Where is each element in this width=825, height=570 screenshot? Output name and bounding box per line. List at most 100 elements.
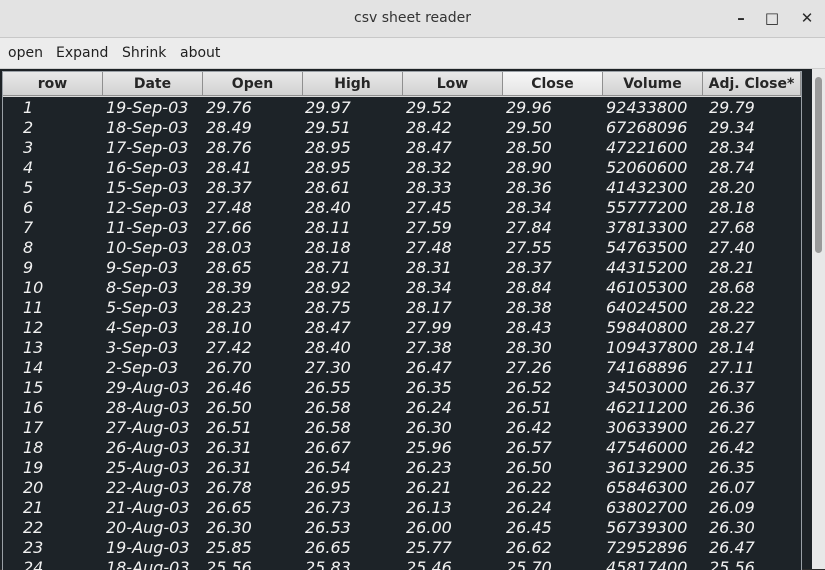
- table-cell: 28.38: [506, 298, 552, 317]
- table-cell: 45817400: [606, 558, 688, 570]
- table-cell: 28.23: [206, 298, 252, 317]
- table-cell: 28.65: [206, 258, 252, 277]
- table-cell: 47546000: [606, 438, 688, 457]
- table-cell: 28.32: [406, 158, 452, 177]
- table-row[interactable]: 2 18-Sep-03 28.49 29.51 28.42 29.50 67268096 29…: [3, 118, 801, 138]
- table-cell: 3: [23, 138, 34, 157]
- minimize-icon[interactable]: –: [731, 8, 751, 28]
- menu-open[interactable]: open: [8, 38, 43, 68]
- table-row[interactable]: 24 18-Aug-03 25.56 25.83 25.46 25.70 45817400 2…: [3, 558, 801, 570]
- table-cell: 52060600: [606, 158, 688, 177]
- table-row[interactable]: 4 16-Sep-03 28.41 28.95 28.32 28.90 52060600 28…: [3, 158, 801, 178]
- table-row[interactable]: 8 10-Sep-03 28.03 28.18 27.48 27.55 54763500 27…: [3, 238, 801, 258]
- table-cell: 15-Sep-03: [106, 178, 189, 197]
- table-cell: 47221600: [606, 138, 688, 157]
- table-cell: 26.95: [305, 478, 351, 497]
- table-row[interactable]: 5 15-Sep-03 28.37 28.61 28.33 28.36 41432300 28…: [3, 178, 801, 198]
- table-cell: 29.52: [406, 98, 452, 117]
- table-cell: 26-Aug-03: [106, 438, 190, 457]
- table-row[interactable]: 10 8-Sep-03 28.39 28.92 28.34 28.84 46105300 28…: [3, 278, 801, 298]
- maximize-icon[interactable]: □: [762, 8, 782, 28]
- table-cell: 72952896: [606, 538, 688, 557]
- table-row[interactable]: 16 28-Aug-03 26.50 26.58 26.24 26.51 46211200 2…: [3, 398, 801, 418]
- table-cell: 28.03: [206, 238, 252, 257]
- table-cell: 16-Sep-03: [106, 158, 189, 177]
- close-icon[interactable]: ✕: [797, 8, 817, 28]
- table-cell: 8-Sep-03: [106, 278, 179, 297]
- table-row[interactable]: 22 20-Aug-03 26.30 26.53 26.00 26.45 56739300 2…: [3, 518, 801, 538]
- table-row[interactable]: 7 11-Sep-03 27.66 28.11 27.59 27.84 37813300 27…: [3, 218, 801, 238]
- table-cell: 29.34: [709, 118, 755, 137]
- table-cell: 28.34: [709, 138, 755, 157]
- table-cell: 19-Aug-03: [106, 538, 190, 557]
- table-cell: 28.49: [206, 118, 252, 137]
- menu-bar: open Expand Shrink about: [0, 38, 825, 69]
- table-row[interactable]: 17 27-Aug-03 26.51 26.58 26.30 26.42 30633900 2…: [3, 418, 801, 438]
- table-cell: 26.30: [709, 518, 755, 537]
- table-row[interactable]: 6 12-Sep-03 27.48 28.40 27.45 28.34 55777200 28…: [3, 198, 801, 218]
- table-cell: 26.42: [506, 418, 552, 437]
- table-cell: 12-Sep-03: [106, 198, 189, 217]
- table-cell: 26.30: [206, 518, 252, 537]
- table-cell: 36132900: [606, 458, 688, 477]
- vertical-scrollbar[interactable]: [812, 69, 825, 569]
- table-cell: 26.46: [206, 378, 252, 397]
- table-cell: 27.30: [305, 358, 351, 377]
- table-cell: 28.31: [406, 258, 452, 277]
- table-row[interactable]: 14 2-Sep-03 26.70 27.30 26.47 27.26 74168896 27…: [3, 358, 801, 378]
- menu-expand[interactable]: Expand: [56, 38, 108, 68]
- scrollbar-thumb[interactable]: [815, 77, 822, 253]
- table-cell: 22: [23, 518, 44, 537]
- column-header[interactable]: Low: [403, 72, 503, 96]
- menu-about[interactable]: about: [180, 38, 220, 68]
- table-cell: 26.27: [709, 418, 755, 437]
- table-cell: 28.75: [305, 298, 351, 317]
- table-cell: 27.38: [406, 338, 452, 357]
- table-row[interactable]: 9 9-Sep-03 28.65 28.71 28.31 28.37 44315200 28.…: [3, 258, 801, 278]
- menu-shrink[interactable]: Shrink: [122, 38, 166, 68]
- table-row[interactable]: 23 19-Aug-03 25.85 26.65 25.77 26.62 72952896 2…: [3, 538, 801, 558]
- table-cell: 28.42: [406, 118, 452, 137]
- table-row[interactable]: 11 5-Sep-03 28.23 28.75 28.17 28.38 64024500 28…: [3, 298, 801, 318]
- column-header[interactable]: Volume: [603, 72, 703, 96]
- title-bar: csv sheet reader – □ ✕: [0, 0, 825, 38]
- table-row[interactable]: 3 17-Sep-03 28.76 28.95 28.47 28.50 47221600 28…: [3, 138, 801, 158]
- table-cell: 26.31: [206, 438, 252, 457]
- table-cell: 27.45: [406, 198, 452, 217]
- table-cell: 29-Aug-03: [106, 378, 190, 397]
- column-header[interactable]: Adj. Close*: [703, 72, 801, 96]
- column-header[interactable]: Date: [103, 72, 203, 96]
- table-cell: 15: [23, 378, 44, 397]
- table-row[interactable]: 12 4-Sep-03 28.10 28.47 27.99 28.43 59840800 28…: [3, 318, 801, 338]
- table-row[interactable]: 13 3-Sep-03 27.42 28.40 27.38 28.30 109437800 2…: [3, 338, 801, 358]
- column-header[interactable]: Open: [203, 72, 303, 96]
- table-cell: 25.77: [406, 538, 452, 557]
- table-cell: 17: [23, 418, 44, 437]
- table-cell: 26.42: [709, 438, 755, 457]
- table-row[interactable]: 18 26-Aug-03 26.31 26.67 25.96 26.57 47546000 2…: [3, 438, 801, 458]
- table-cell: 67268096: [606, 118, 688, 137]
- table-cell: 28.22: [709, 298, 755, 317]
- table-cell: 27.40: [709, 238, 755, 257]
- table-cell: 16: [23, 398, 44, 417]
- table-cell: 11-Sep-03: [106, 218, 189, 237]
- table-cell: 25.56: [206, 558, 252, 570]
- table-row[interactable]: 19 25-Aug-03 26.31 26.54 26.23 26.50 36132900 2…: [3, 458, 801, 478]
- table-cell: 10-Sep-03: [106, 238, 189, 257]
- table-cell: 30633900: [606, 418, 688, 437]
- table-cell: 27.48: [406, 238, 452, 257]
- table-cell: 28.18: [709, 198, 755, 217]
- table-row[interactable]: 20 22-Aug-03 26.78 26.95 26.21 26.22 65846300 2…: [3, 478, 801, 498]
- column-header[interactable]: Close: [503, 72, 603, 96]
- table-row[interactable]: 21 21-Aug-03 26.65 26.73 26.13 26.24 63802700 2…: [3, 498, 801, 518]
- column-header[interactable]: row: [3, 72, 103, 96]
- column-header[interactable]: High: [303, 72, 403, 96]
- table-cell: 26.58: [305, 418, 351, 437]
- table-cell: 29.51: [305, 118, 351, 137]
- table-cell: 28.14: [709, 338, 755, 357]
- table-cell: 109437800: [606, 338, 698, 357]
- table-cell: 23: [23, 538, 44, 557]
- table-row[interactable]: 1 19-Sep-03 29.76 29.97 29.52 29.96 92433800 29…: [3, 98, 801, 118]
- table-cell: 29.50: [506, 118, 552, 137]
- table-row[interactable]: 15 29-Aug-03 26.46 26.55 26.35 26.52 34503000 2…: [3, 378, 801, 398]
